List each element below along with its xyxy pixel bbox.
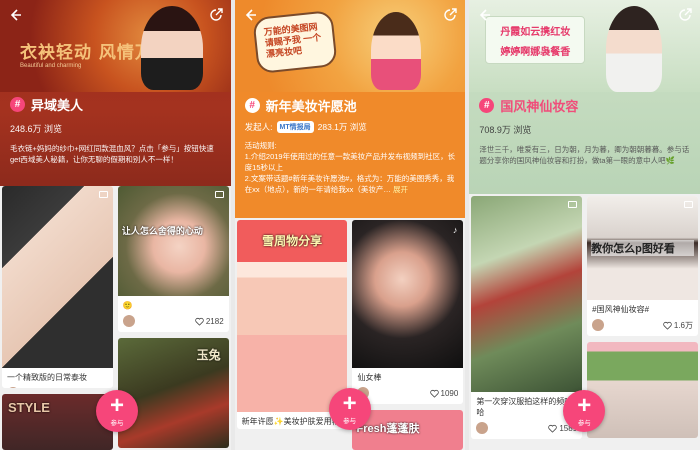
post-thumbnail — [587, 342, 698, 438]
back-arrow-icon[interactable] — [241, 6, 259, 24]
activity-rules: 活动规则: 1.介绍2019年使用过的任意一款美妆产品并发布视频到社区，长度15… — [245, 140, 458, 195]
plus-icon: + — [342, 389, 357, 417]
participate-button[interactable]: + 参与 — [563, 390, 606, 432]
participate-button[interactable]: + 参与 — [328, 388, 371, 430]
topbar — [6, 6, 225, 24]
music-icon: ♪ — [452, 225, 458, 235]
post-thumbnail — [471, 196, 583, 392]
post-title: #国风神仙妆容# — [592, 305, 650, 314]
share-icon[interactable] — [676, 6, 694, 24]
avatar[interactable] — [592, 319, 605, 331]
expand-link[interactable]: 展开 — [393, 185, 408, 194]
initiator-label: 发起人: — [244, 122, 273, 132]
plus-icon: + — [109, 391, 124, 419]
topic-panel-exotic-beauty: 衣袂轻动 风情万种 Beautiful and charming # 异域美人 — [0, 0, 231, 450]
topic-description: 泽世三千，唯爱有三，日为朝，月为暮，卿为朝朝暮暮。参与话题分享你的国风神仙妆容和… — [479, 145, 690, 165]
participate-label: 参与 — [110, 419, 124, 427]
share-icon[interactable] — [441, 6, 459, 24]
initiator-row: 发起人: MT情报局 283.1万 浏览 — [245, 121, 458, 133]
post-card[interactable]: STYLE — [2, 394, 113, 450]
back-arrow-icon[interactable] — [6, 6, 24, 24]
post-thumbnail: 教你怎么p图好看 — [587, 196, 698, 300]
topbar — [241, 6, 460, 24]
post-card[interactable]: 一个精致版的日常泰妆 — [2, 186, 113, 389]
post-card[interactable] — [587, 342, 698, 438]
thumbnail-caption: 让人怎么舍得的心动 — [121, 226, 203, 236]
plus-icon: + — [577, 391, 592, 419]
topic-header: 万能的美图网 请赐予我 一个漂亮妆吧 # 新年美妆许愿池 发起人: MT情报局 … — [234, 0, 466, 218]
topic-info: # 异域美人 248.6万 浏览 毛衣链+妈妈的纱巾+网红同款混血风？点击「参与… — [10, 95, 223, 165]
avatar[interactable] — [7, 387, 19, 389]
post-title: 🙂 — [122, 301, 133, 310]
like-number: 1.6万 — [673, 320, 693, 330]
heart-icon — [663, 321, 672, 330]
view-count: 708.9万 浏览 — [479, 125, 532, 135]
post-card[interactable]: ♪ 仙女棒 1090 — [352, 220, 464, 404]
video-icon — [683, 201, 693, 208]
heart-icon — [429, 389, 439, 398]
topic-panel-guofeng-makeup: 丹霞如云携红妆 婷婷啊娜袅餐香 # 国风神仙妆容 708.9万 浏览 泽世三千，… — [469, 0, 700, 450]
post-thumbnail: STYLE — [2, 394, 113, 450]
like-count[interactable]: 2182 — [195, 317, 224, 326]
post-thumbnail: 雪周物分享 — [236, 220, 348, 412]
topic-title: 国风神仙妆容 — [500, 99, 579, 114]
topbar — [475, 6, 694, 24]
video-icon — [568, 201, 578, 208]
thumbnail-caption: 玉兔 — [196, 348, 221, 362]
heart-icon — [548, 424, 558, 433]
avatar[interactable] — [476, 422, 489, 434]
post-title: 一个精致版的日常泰妆 — [7, 373, 87, 382]
post-card[interactable]: 玉兔 — [117, 338, 229, 448]
like-number: 2182 — [205, 316, 224, 326]
topic-title: 异域美人 — [31, 98, 84, 113]
topic-header: 丹霞如云携红妆 婷婷啊娜袅餐香 # 国风神仙妆容 708.9万 浏览 泽世三千，… — [469, 0, 700, 194]
thumbnail-caption: 雪周物分享 — [262, 234, 323, 248]
topic-info: # 新年美妆许愿池 发起人: MT情报局 283.1万 浏览 活动规则: 1.介… — [244, 96, 458, 195]
post-thumbnail: 让人怎么舍得的心动 — [117, 186, 229, 296]
topic-info: # 国风神仙妆容 708.9万 浏览 泽世三千，唯爱有三，日为朝，月为暮，卿为朝… — [479, 96, 692, 166]
banner-text-line-2: 婷婷啊娜袅餐香 — [500, 47, 571, 58]
share-icon[interactable] — [207, 6, 225, 24]
like-number: 1090 — [440, 388, 459, 398]
participate-label: 参与 — [577, 419, 591, 427]
participate-label: 参与 — [343, 417, 357, 425]
thumbnail-caption: STYLE — [8, 400, 50, 416]
post-card[interactable]: 让人怎么舍得的心动 🙂 2182 — [117, 186, 229, 332]
hashtag-icon: # — [244, 98, 260, 113]
thumbnail-caption: Fresh蓬蓬肤 — [356, 423, 420, 435]
banner-text-line-1: 丹霞如云携红妆 — [500, 27, 571, 38]
hashtag-icon: # — [10, 97, 25, 112]
topic-header: 衣袂轻动 风情万种 Beautiful and charming # 异域美人 — [0, 0, 231, 186]
topic-panel-new-year-makeup: 万能的美图网 请赐予我 一个漂亮妆吧 # 新年美妆许愿池 发起人: MT情报局 … — [234, 0, 466, 450]
post-thumbnail: ♪ — [352, 220, 464, 368]
participate-button[interactable]: + 参与 — [96, 390, 138, 432]
topic-title: 新年美妆许愿池 — [265, 99, 357, 114]
rules-text: 活动规则: 1.介绍2019年使用过的任意一款美妆产品并发布视频到社区，长度15… — [244, 141, 456, 194]
post-thumbnail: 玉兔 — [117, 338, 229, 448]
video-icon — [98, 191, 108, 198]
view-count: 283.1万 浏览 — [317, 122, 367, 132]
post-title: 仙女棒 — [357, 373, 382, 382]
back-arrow-icon[interactable] — [475, 6, 493, 24]
heart-icon — [195, 317, 204, 326]
thumbnail-caption: 教你怎么p图好看 — [591, 240, 694, 256]
hashtag-icon: # — [479, 98, 495, 113]
topic-description: 毛衣链+妈妈的纱巾+网红同款混血风？点击「参与」按钮快速get西域美人秘籍，让你… — [10, 144, 214, 164]
post-thumbnail — [2, 186, 113, 368]
post-card[interactable]: 教你怎么p图好看 #国风神仙妆容# 1.6万 — [587, 196, 698, 336]
view-count: 248.6万 浏览 — [10, 124, 63, 134]
initiator-name[interactable]: MT情报局 — [276, 121, 314, 133]
video-icon — [214, 191, 224, 198]
avatar[interactable] — [122, 315, 135, 327]
like-count[interactable]: 1090 — [429, 388, 459, 398]
like-count[interactable]: 1.6万 — [663, 320, 693, 331]
